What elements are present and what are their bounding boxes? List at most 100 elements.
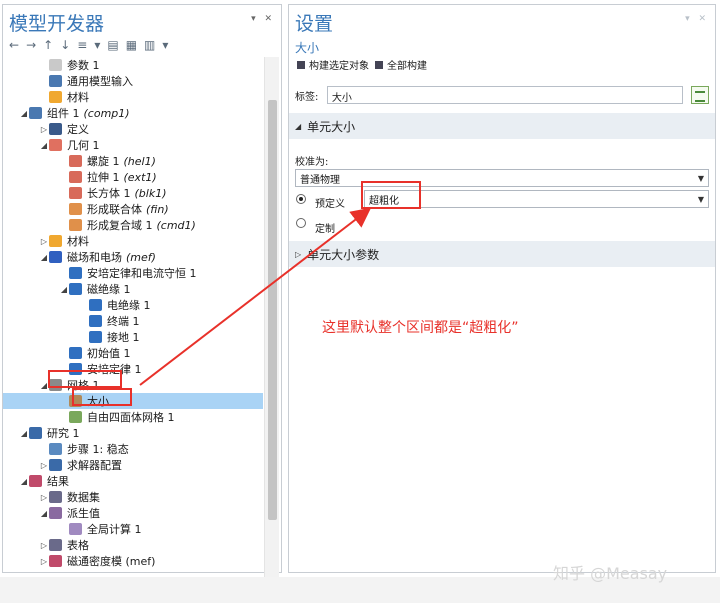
settings-panel: 设置 ▾ ✕ 大小 构建选定对象 全部构建 标签: 大小 ◢ 单元大小 校准为:…	[288, 4, 716, 573]
tree-node-icon	[69, 347, 82, 359]
tree-toggle-icon[interactable]: ◢	[39, 253, 49, 262]
tree-toggle-icon[interactable]: ◢	[19, 109, 29, 118]
tree-item[interactable]: ◢ 组件 1 (comp1)	[3, 105, 263, 121]
toolbar-icon[interactable]: ▥	[144, 38, 155, 52]
tree-item[interactable]: 大小	[3, 393, 263, 409]
tree-toggle-icon[interactable]: ▷	[39, 125, 49, 134]
tree-item[interactable]: 安培定律和电流守恒 1	[3, 265, 263, 281]
tree-toggle-icon[interactable]: ◢	[39, 509, 49, 518]
tree-toggle-icon[interactable]: ◢	[39, 141, 49, 150]
tree-item[interactable]: ▷ 表格	[3, 537, 263, 553]
tree-item-label: 磁绝缘 1	[87, 283, 131, 296]
tree-item[interactable]: ▷ 求解器配置	[3, 457, 263, 473]
tree-item[interactable]: ◢ 磁场和电场 (mef)	[3, 249, 263, 265]
custom-radio[interactable]	[296, 218, 306, 228]
highlight-size	[72, 388, 132, 406]
tree-item-label: 通用模型输入	[67, 75, 133, 88]
tree-item[interactable]: 形成复合域 1 (cmd1)	[3, 217, 263, 233]
build-toolbar: 构建选定对象 全部构建	[297, 57, 427, 72]
label-input[interactable]: 大小	[326, 86, 684, 104]
model-tree: 参数 1 通用模型输入 材料 ◢ 组件 1 (comp1) ▷ 定义 ◢ 几何 1 螺旋 1 (hel…	[3, 57, 263, 577]
toolbar-icon[interactable]: ↑	[43, 38, 53, 52]
section-params[interactable]: ▷ 单元大小参数	[289, 241, 715, 267]
tree-toggle-icon[interactable]: ▷	[39, 493, 49, 502]
toolbar-icon[interactable]: ≡	[77, 38, 87, 52]
toolbar-icon[interactable]: ▾	[94, 38, 100, 52]
settings-panel-controls[interactable]: ▾ ✕	[685, 14, 709, 24]
label-action-icon[interactable]	[691, 86, 710, 104]
scrollbar-thumb[interactable]	[268, 100, 277, 520]
tree-node-icon	[69, 267, 82, 279]
tree-toggle-icon[interactable]: ▷	[39, 237, 49, 246]
tree-item[interactable]: 形成联合体 (fin)	[3, 201, 263, 217]
tree-item[interactable]: 初始值 1	[3, 345, 263, 361]
calibrate-label: 校准为:	[295, 157, 329, 168]
tree-item[interactable]: 长方体 1 (blk1)	[3, 185, 263, 201]
tree-item-label: 全局计算 1	[87, 523, 142, 536]
tree-toggle-icon[interactable]: ◢	[19, 429, 29, 438]
tree-node-icon	[49, 251, 62, 263]
tree-item[interactable]: 通用模型输入	[3, 73, 263, 89]
tree-item[interactable]: 步骤 1: 稳态	[3, 441, 263, 457]
tree-item-label: 几何 1	[67, 139, 100, 152]
tree-item[interactable]: 螺旋 1 (hel1)	[3, 153, 263, 169]
tree-node-icon	[69, 155, 82, 167]
tree-item[interactable]: 全局计算 1	[3, 521, 263, 537]
predefined-radio[interactable]	[296, 194, 306, 204]
tree-item[interactable]: 自由四面体网格 1	[3, 409, 263, 425]
build-all-button[interactable]: 全部构建	[375, 57, 427, 72]
tree-toggle-icon[interactable]: ◢	[59, 285, 69, 294]
tree-item[interactable]: 电绝缘 1	[3, 297, 263, 313]
tree-item[interactable]: ▷ 定义	[3, 121, 263, 137]
tree-item[interactable]: ◢ 磁绝缘 1	[3, 281, 263, 297]
tree-item[interactable]: 接地 1	[3, 329, 263, 345]
tree-toggle-icon[interactable]: ▷	[39, 557, 49, 566]
tree-item[interactable]: ◢ 几何 1	[3, 137, 263, 153]
tree-item-tag: (cmd1)	[156, 218, 196, 232]
tree-item-label: 派生值	[67, 507, 100, 520]
tree-item-label: 长方体 1	[87, 187, 131, 200]
section-element-size[interactable]: ◢ 单元大小	[289, 113, 715, 139]
toolbar-icon[interactable]: ↓	[60, 38, 70, 52]
toolbar-icon[interactable]: ▦	[126, 38, 137, 52]
tree-toggle-icon[interactable]: ▷	[39, 461, 49, 470]
panel-controls[interactable]: ▾ ✕	[251, 14, 275, 24]
highlight-mesh	[48, 370, 122, 388]
toolbar-icon[interactable]: ←	[9, 38, 19, 52]
tree-item-label: 电绝缘 1	[107, 299, 151, 312]
tree-item[interactable]: 安培定律 1	[3, 361, 263, 377]
tree-item-label: 表格	[67, 539, 89, 552]
toolbar-icon[interactable]: →	[26, 38, 36, 52]
tree-toggle-icon[interactable]: ▷	[39, 541, 49, 550]
tree-scrollbar[interactable]	[264, 57, 279, 577]
tree-node-icon	[49, 123, 62, 135]
tree-item-label: 形成复合域 1	[87, 219, 153, 232]
tree-item[interactable]: 拉伸 1 (ext1)	[3, 169, 263, 185]
predefined-label: 预定义	[315, 199, 345, 210]
tree-item[interactable]: 终端 1	[3, 313, 263, 329]
section-params-label: 单元大小参数	[307, 247, 380, 262]
tree-item[interactable]: 材料	[3, 89, 263, 105]
tree-item-label: 初始值 1	[87, 347, 131, 360]
tree-item[interactable]: ▷ 材料	[3, 233, 263, 249]
tree-item[interactable]: 参数 1	[3, 57, 263, 73]
build-selected-button[interactable]: 构建选定对象	[297, 57, 369, 72]
tree-node-icon	[69, 219, 82, 231]
tree-node-icon	[49, 235, 62, 247]
tree-node-icon	[49, 459, 62, 471]
toolbar-icon[interactable]: ▤	[107, 38, 118, 52]
tree-item[interactable]: ▷ 磁通密度模 (mef)	[3, 553, 263, 569]
calibrate-select[interactable]: 普通物理 ▼	[295, 169, 709, 187]
tree-node-icon	[29, 107, 42, 119]
tree-item[interactable]: ◢ 研究 1	[3, 425, 263, 441]
tree-item[interactable]: ◢ 网格 1	[3, 377, 263, 393]
tree-item[interactable]: ◢ 派生值	[3, 505, 263, 521]
tree-item[interactable]: ▷ 数据集	[3, 489, 263, 505]
tree-item[interactable]: ◢ 结果	[3, 473, 263, 489]
calibrate-value: 普通物理	[300, 174, 340, 186]
tree-toggle-icon[interactable]: ◢	[19, 477, 29, 486]
tree-item-label: 磁场和电场	[67, 251, 122, 264]
toolbar-icon[interactable]: ▾	[162, 38, 168, 52]
tree-node-icon	[49, 91, 62, 103]
tree-node-icon	[49, 443, 62, 455]
